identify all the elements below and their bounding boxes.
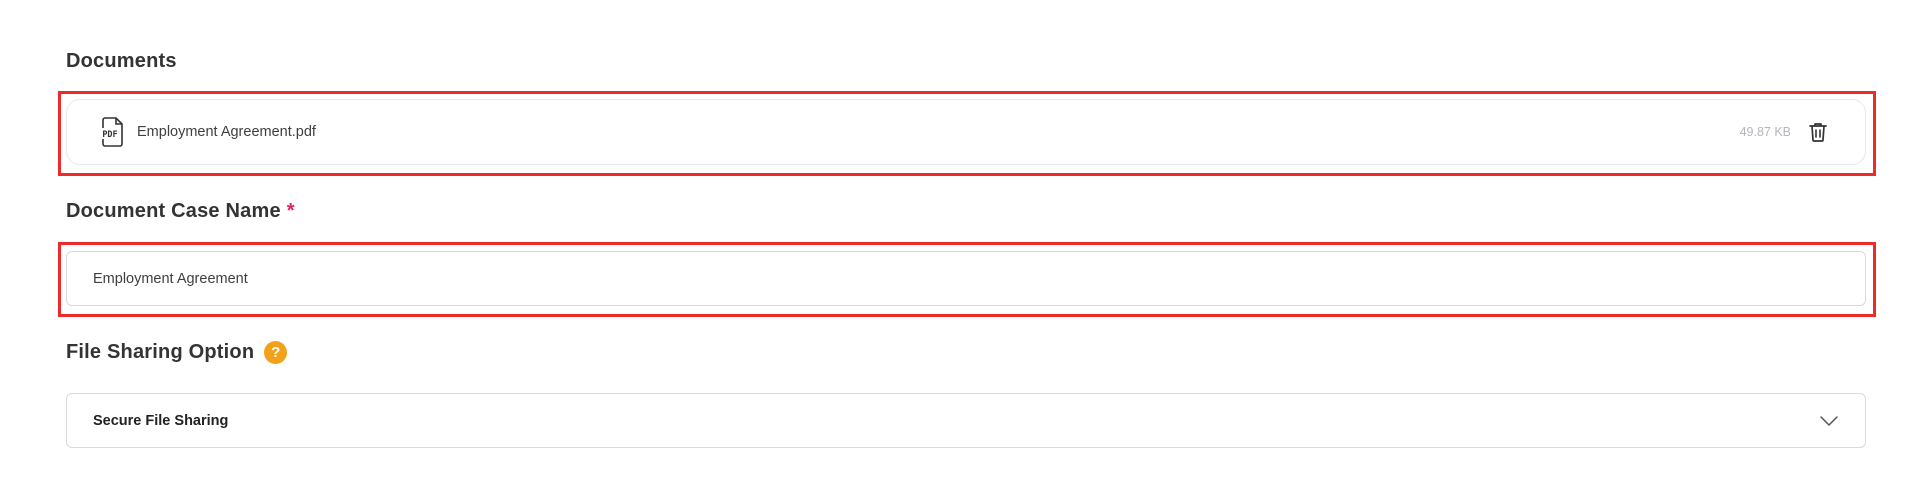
file-item: PDF Employment Agreement.pdf 49.87 KB: [66, 99, 1866, 165]
file-sharing-select[interactable]: Secure File Sharing: [66, 393, 1866, 448]
documents-title: Documents: [66, 50, 177, 72]
file-size: 49.87 KB: [1739, 125, 1791, 139]
delete-file-button[interactable]: [1807, 121, 1829, 143]
case-name-label-text: Document Case Name: [66, 200, 281, 222]
document-form: Documents PDF Employment Agreement.pdf 4…: [0, 0, 1920, 500]
file-sharing-label: File Sharing Option ?: [66, 341, 288, 364]
file-name: Employment Agreement.pdf: [137, 124, 316, 140]
required-indicator: *: [286, 200, 295, 222]
help-icon[interactable]: ?: [264, 341, 288, 364]
file-sharing-selected-value: Secure File Sharing: [93, 412, 229, 429]
trash-icon: [1809, 123, 1827, 142]
file-sharing-label-text: File Sharing Option: [66, 341, 255, 363]
case-name-input[interactable]: [66, 251, 1866, 306]
pdf-icon-label: PDF: [102, 130, 117, 140]
chevron-down-icon: [1819, 411, 1839, 431]
case-name-label: Document Case Name *: [66, 200, 295, 223]
pdf-file-icon: PDF: [99, 117, 125, 147]
